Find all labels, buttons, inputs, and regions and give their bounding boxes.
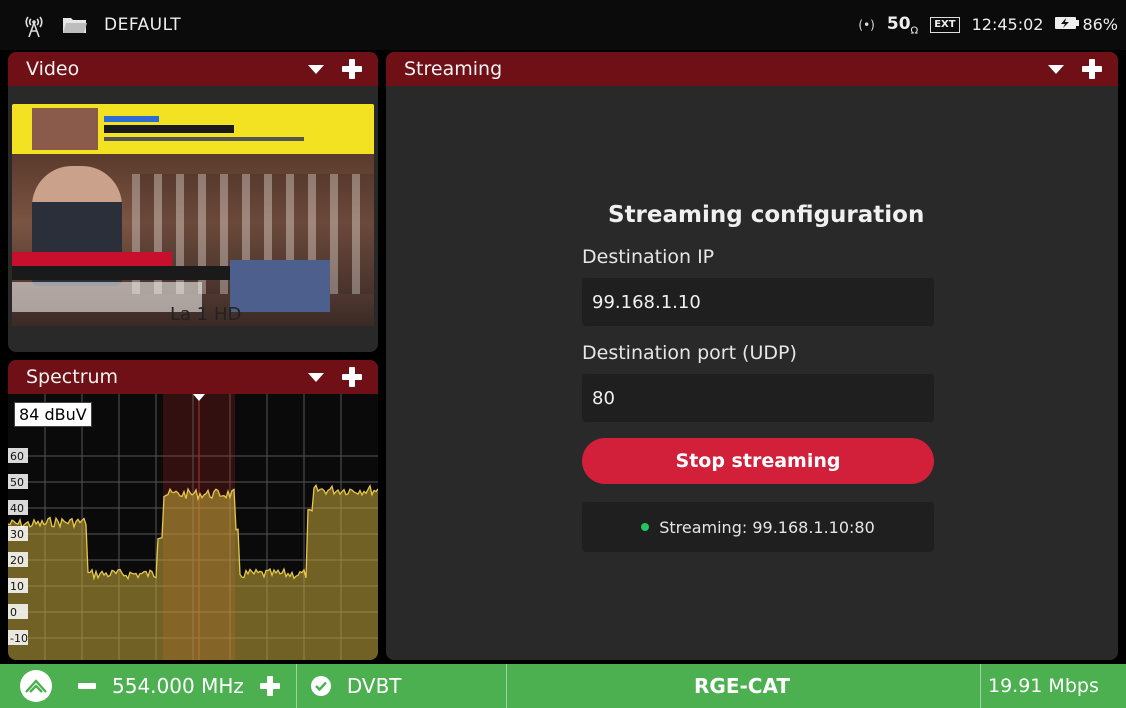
status-dot-icon — [641, 523, 650, 531]
video-panel-title: Video — [26, 58, 80, 80]
spectrum-panel-title: Spectrum — [26, 366, 119, 388]
frequency-increase-button[interactable] — [259, 676, 280, 696]
signal-indicator: (•) — [858, 17, 875, 32]
banner-tag — [104, 116, 159, 122]
spectrum-add-icon[interactable] — [342, 367, 362, 387]
banner-headline — [104, 125, 234, 133]
ext-badge: EXT — [930, 16, 960, 33]
spectrum-plot[interactable]: 60 50 40 30 20 10 0 -10 84 dBuV — [8, 394, 378, 660]
streaming-panel-header: Streaming — [386, 52, 1118, 86]
impedance-readout: 50Ω — [887, 14, 918, 36]
divider — [980, 664, 981, 708]
channel-name: RGE-CAT — [694, 674, 791, 698]
y-tick-label: 0 — [10, 606, 17, 619]
status-bar: DEFAULT (•) 50Ω EXT 12:45:02 86% — [0, 0, 1126, 50]
y-tick-label: 30 — [10, 528, 24, 541]
spectrum-panel-header: Spectrum — [8, 360, 378, 394]
streaming-panel-title: Streaming — [404, 58, 503, 80]
streaming-status-text: Streaming: 99.168.1.10:80 — [659, 517, 875, 537]
profile-name[interactable]: DEFAULT — [104, 15, 181, 35]
destination-ip-label: Destination IP — [582, 246, 715, 268]
video-panel-header: Video — [8, 52, 378, 86]
y-tick-label: 50 — [10, 476, 24, 489]
antenna-icon[interactable] — [22, 11, 46, 39]
tuning-bar: 554.000 MHz DVBT RGE-CAT 19.91 Mbps — [0, 664, 1126, 708]
spectrum-panel: Spectrum 60 50 40 30 20 10 0 -10 84 dBuV — [8, 360, 378, 660]
ref-level-label[interactable]: 84 dBuV — [14, 402, 92, 427]
video-news-banner — [12, 104, 374, 154]
lock-check-icon — [310, 676, 331, 696]
y-tick-label: 40 — [10, 502, 24, 515]
frequency-decrease-button[interactable] — [78, 683, 96, 689]
y-tick-label: 10 — [10, 580, 24, 593]
clock: 12:45:02 — [971, 15, 1044, 35]
video-add-icon[interactable] — [342, 59, 362, 79]
spectrum-svg: 60 50 40 30 20 10 0 -10 — [8, 394, 378, 660]
destination-port-label: Destination port (UDP) — [582, 342, 797, 364]
streaming-panel: Streaming Streaming configuration Destin… — [386, 52, 1118, 660]
destination-ip-field[interactable]: 99.168.1.10 — [582, 278, 934, 326]
y-tick-label: 60 — [10, 450, 24, 463]
bitrate-value: 19.91 Mbps — [988, 675, 1099, 697]
y-tick-label: -10 — [10, 632, 28, 645]
video-live-strap — [12, 252, 172, 266]
battery-status: 86% — [1055, 15, 1118, 34]
channel-logo: La 1 HD — [170, 304, 242, 325]
video-dropdown-icon[interactable] — [308, 64, 324, 74]
spectrum-trace-fill — [8, 485, 378, 660]
streaming-config-heading: Streaming configuration — [608, 202, 925, 228]
stop-streaming-button[interactable]: Stop streaming — [582, 438, 934, 484]
video-panel: Video La 1 HD — [8, 52, 378, 352]
divider — [295, 664, 297, 708]
banner-subline — [104, 137, 304, 141]
divider — [506, 664, 507, 708]
y-tick-label: 20 — [10, 554, 24, 567]
destination-port-field[interactable]: 80 — [582, 374, 934, 422]
video-inset-image — [230, 260, 330, 312]
streaming-status: Streaming: 99.168.1.10:80 — [582, 502, 934, 552]
video-preview[interactable]: La 1 HD — [12, 104, 374, 326]
banner-thumbnail — [32, 108, 98, 150]
battery-charging-icon — [1055, 15, 1080, 34]
impedance-unit: Ω — [910, 25, 919, 37]
video-headline-strap — [12, 266, 230, 280]
streaming-add-icon[interactable] — [1082, 59, 1102, 79]
spectrum-dropdown-icon[interactable] — [308, 372, 324, 382]
impedance-value: 50 — [886, 13, 911, 34]
frequency-value[interactable]: 554.000 MHz — [112, 674, 244, 698]
battery-percent: 86% — [1082, 15, 1118, 35]
folder-icon[interactable] — [62, 15, 88, 35]
streaming-dropdown-icon[interactable] — [1048, 64, 1064, 74]
standard-selector[interactable]: DVBT — [347, 674, 402, 698]
tuner-logo-icon[interactable] — [20, 670, 52, 702]
